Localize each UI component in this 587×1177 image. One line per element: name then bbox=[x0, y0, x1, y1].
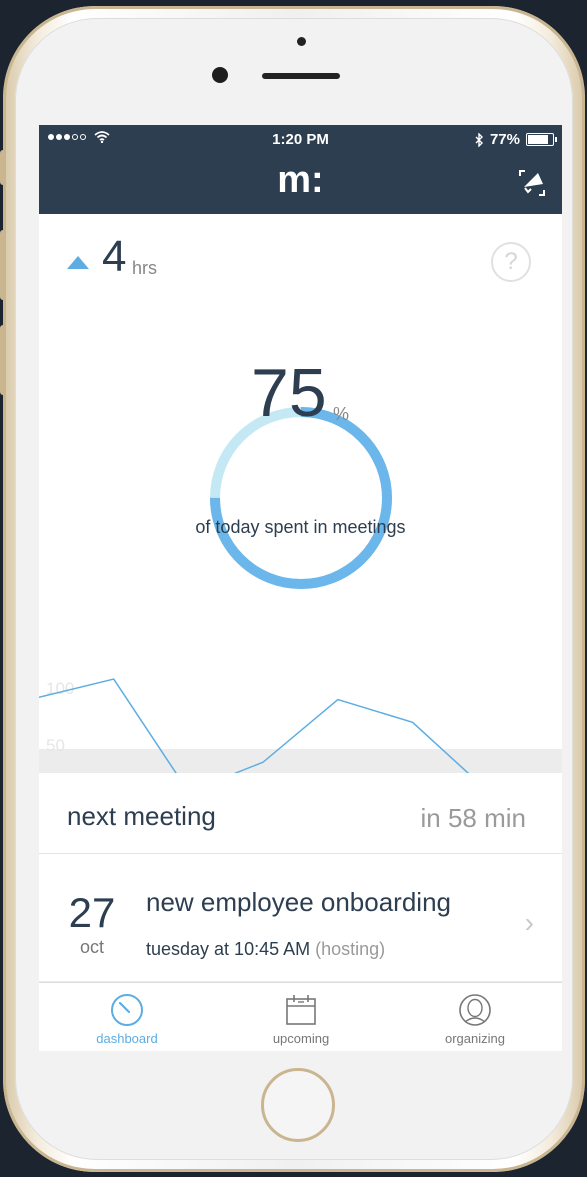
meeting-time: tuesday at 10:45 AM bbox=[146, 939, 311, 959]
front-camera-lens bbox=[212, 67, 228, 83]
earpiece-speaker bbox=[262, 73, 340, 79]
mute-switch bbox=[0, 150, 6, 185]
meeting-title: new employee onboarding bbox=[146, 887, 451, 917]
calendar-icon bbox=[286, 995, 316, 1025]
app-screen: 1:20 PM 77% m: 4 hrs ? 75 % of today spe… bbox=[39, 125, 562, 1051]
battery-percent: 77% bbox=[489, 131, 520, 148]
home-button[interactable] bbox=[261, 1068, 335, 1142]
chevron-right-icon: › bbox=[524, 907, 534, 938]
status-right: 77% bbox=[475, 131, 557, 148]
tab-organizing-label: organizing bbox=[445, 1031, 505, 1046]
hours-value: 4 bbox=[102, 232, 127, 281]
meeting-summary-card: 4 hrs ? 75 % of today spent in meetings … bbox=[39, 214, 562, 828]
status-bar: 1:20 PM 77% bbox=[39, 125, 562, 153]
help-button[interactable]: ? bbox=[491, 242, 531, 282]
tab-upcoming-label: upcoming bbox=[272, 1031, 330, 1046]
meeting-month: oct bbox=[79, 937, 104, 957]
person-icon bbox=[459, 994, 491, 1026]
meeting-row[interactable]: 27 oct new employee onboarding tuesday a… bbox=[39, 854, 562, 981]
ring-caption: of today spent in meetings bbox=[195, 517, 406, 537]
meeting-subtitle: tuesday at 10:45 AM (hosting) bbox=[146, 939, 385, 960]
meeting-progress-ring bbox=[210, 407, 392, 589]
navbar: m: bbox=[39, 153, 562, 214]
announcement-icon[interactable] bbox=[516, 167, 548, 199]
tab-dashboard[interactable]: dashboard bbox=[40, 983, 214, 1051]
battery-icon bbox=[526, 133, 557, 146]
meeting-day: 27 bbox=[68, 889, 116, 936]
hours-unit: hrs bbox=[132, 258, 158, 278]
trend-up-icon bbox=[67, 256, 89, 269]
dashboard-gauge-icon bbox=[111, 994, 143, 1026]
next-meeting-countdown: in 58 min bbox=[420, 803, 527, 833]
bottom-tab-bar: dashboard upcoming organizing bbox=[39, 982, 562, 1051]
volume-down-button bbox=[0, 325, 6, 395]
tab-dashboard-label: dashboard bbox=[96, 1031, 158, 1046]
next-meeting-card: next meeting in 58 min 27 oct new employ… bbox=[39, 773, 562, 981]
y-tick-label: 100 bbox=[46, 679, 74, 698]
volume-up-button bbox=[0, 230, 6, 300]
next-meeting-title: next meeting bbox=[67, 801, 216, 831]
bluetooth-icon bbox=[475, 132, 483, 147]
percent-value: 75 bbox=[251, 355, 327, 431]
front-camera-dot bbox=[297, 37, 306, 46]
meeting-role: (hosting) bbox=[315, 939, 386, 959]
tab-upcoming[interactable]: upcoming bbox=[214, 983, 388, 1051]
percent-sign: % bbox=[333, 404, 350, 424]
app-logo: m: bbox=[277, 159, 324, 201]
tab-organizing[interactable]: organizing bbox=[388, 983, 562, 1051]
y-tick-label: 50 bbox=[46, 736, 65, 755]
